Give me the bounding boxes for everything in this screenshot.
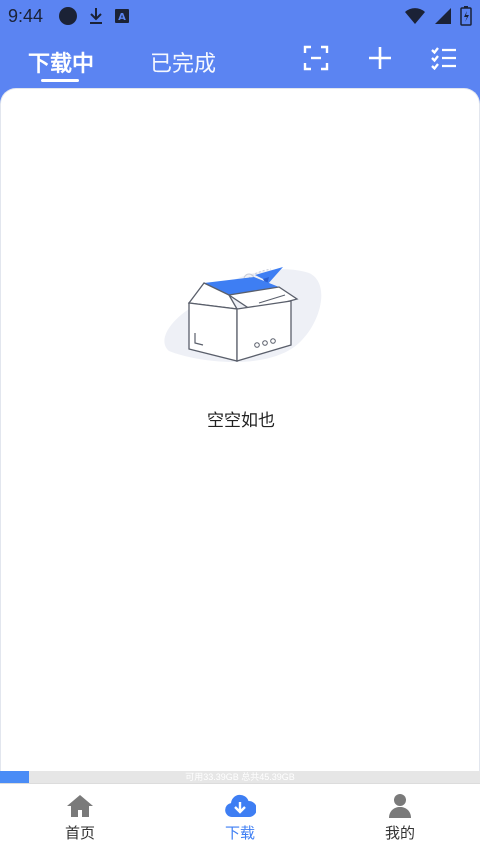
signal-icon bbox=[434, 7, 452, 30]
multi-select-button[interactable] bbox=[426, 42, 462, 78]
tab-downloading[interactable]: 下载中 bbox=[28, 46, 94, 78]
nav-home[interactable]: 首页 bbox=[0, 784, 160, 853]
svg-text:A: A bbox=[118, 12, 126, 23]
status-right-icons bbox=[404, 6, 472, 31]
scan-icon bbox=[303, 45, 329, 76]
nav-download[interactable]: 下载 bbox=[160, 784, 320, 853]
cloud-download-icon bbox=[224, 792, 256, 820]
storage-usage-text: 可用33.39GB 总共45.39GB bbox=[185, 772, 295, 782]
status-time: 9:44 bbox=[8, 6, 44, 26]
bottom-nav: 首页 下载 我的 bbox=[0, 783, 480, 853]
empty-box-illustration bbox=[159, 263, 325, 375]
home-icon bbox=[66, 792, 94, 820]
status-left-icons: A bbox=[58, 6, 130, 31]
checklist-icon bbox=[431, 46, 457, 75]
download-icon bbox=[88, 7, 104, 30]
user-icon bbox=[388, 792, 412, 820]
battery-icon bbox=[460, 6, 472, 31]
plus-icon bbox=[368, 46, 392, 75]
status-bar: 9:44 A bbox=[0, 0, 480, 32]
header: 下载中 已完成 bbox=[0, 32, 480, 90]
nav-home-label: 首页 bbox=[64, 825, 95, 842]
a-badge-icon: A bbox=[114, 8, 130, 29]
storage-usage-bar: 可用33.39GB 总共45.39GB bbox=[0, 771, 480, 783]
circle-icon bbox=[58, 6, 78, 31]
scan-button[interactable] bbox=[298, 42, 334, 78]
tab-completed[interactable]: 已完成 bbox=[150, 46, 216, 78]
nav-download-label: 下载 bbox=[224, 825, 255, 842]
nav-profile[interactable]: 我的 bbox=[320, 784, 480, 853]
active-tab-indicator bbox=[41, 79, 79, 82]
download-list-panel: 空空如也 bbox=[0, 88, 480, 784]
nav-profile-label: 我的 bbox=[384, 825, 415, 842]
empty-state-text: 空空如也 bbox=[207, 411, 275, 430]
add-task-button[interactable] bbox=[362, 42, 398, 78]
app-screen: 9:44 A 下载中 已完成 空空如也 可用33.39GB 总共45.39GB … bbox=[0, 0, 480, 853]
wifi-icon bbox=[404, 7, 426, 30]
